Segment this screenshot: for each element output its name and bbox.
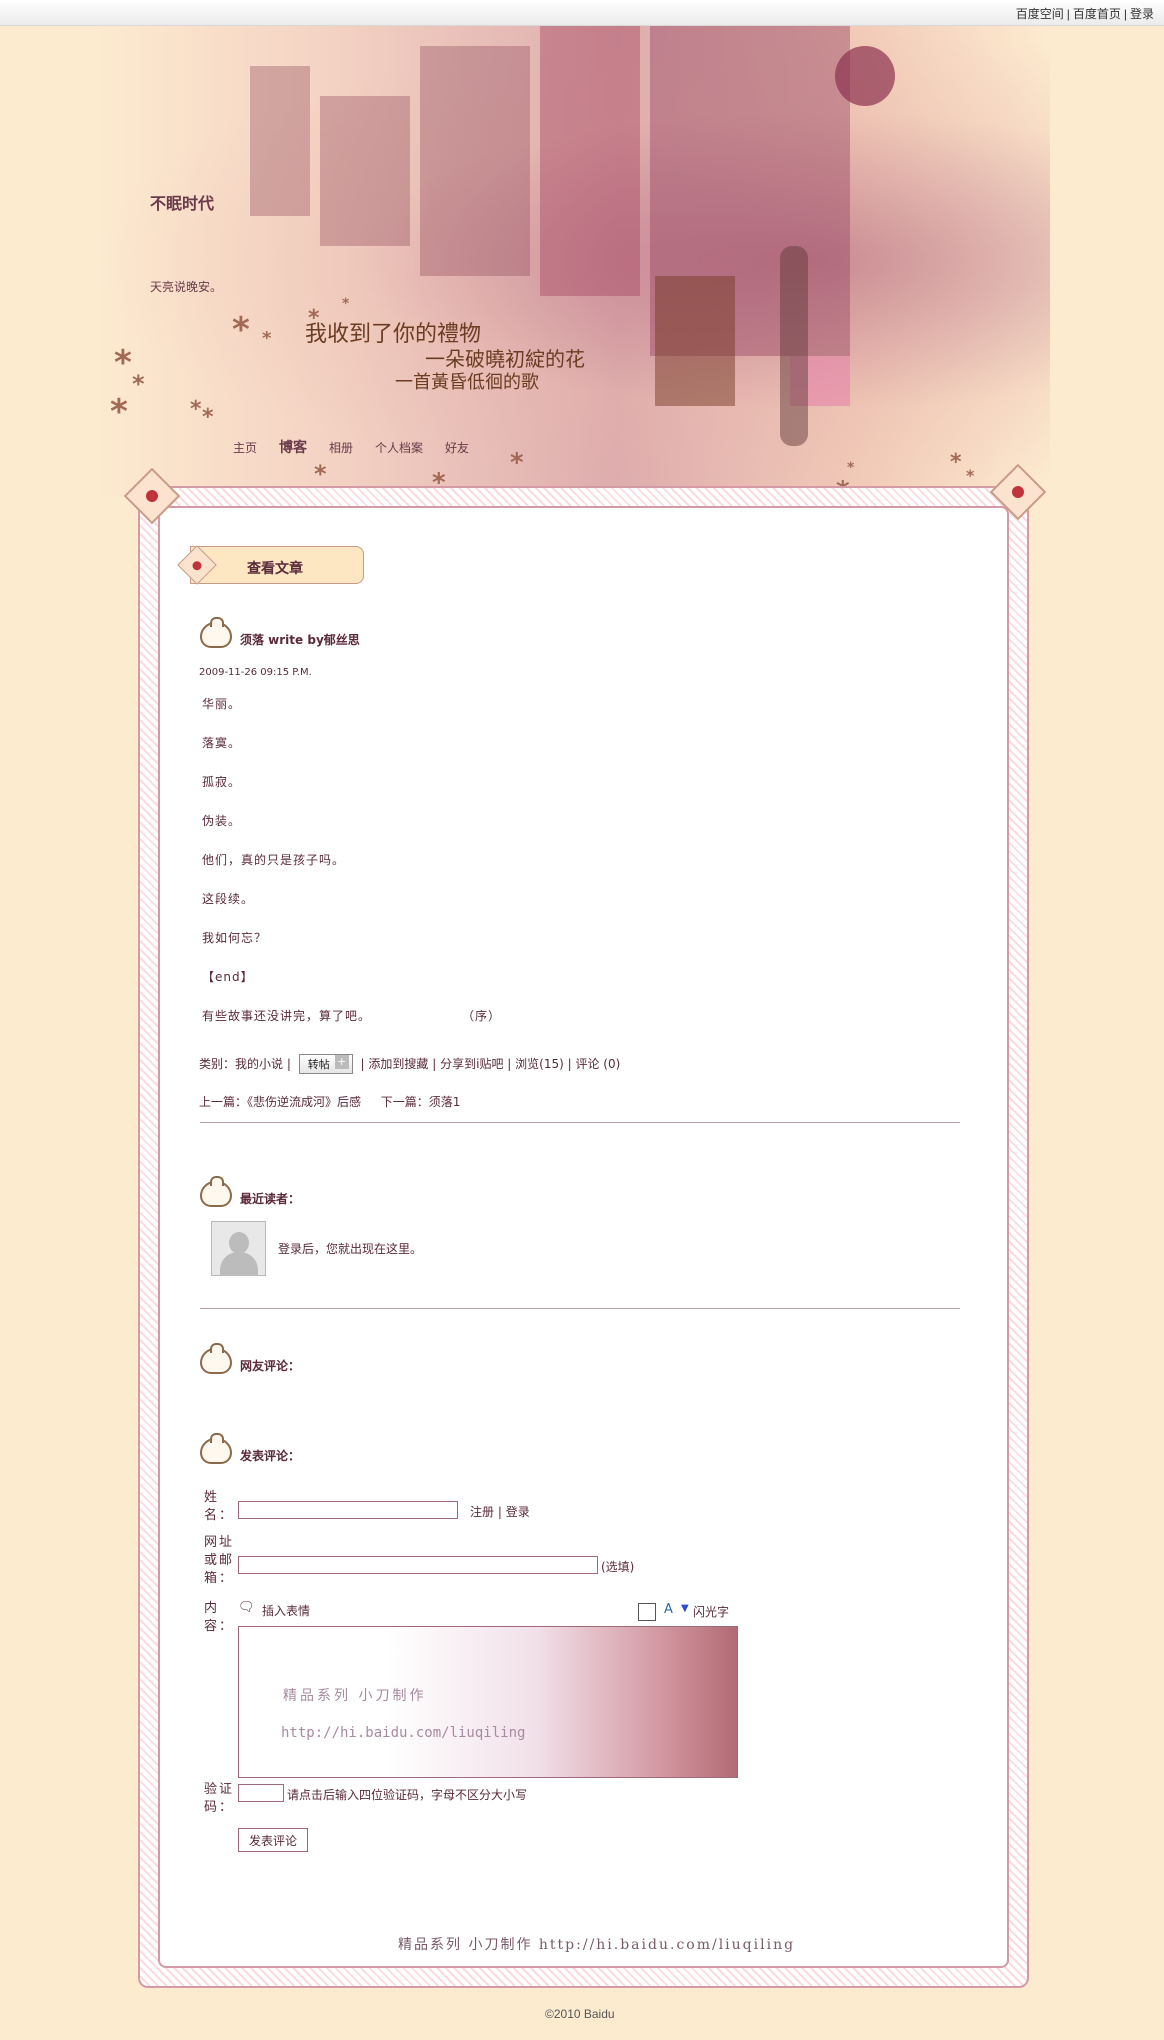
checkbox-icon[interactable] xyxy=(638,1603,656,1621)
vinyl-sign xyxy=(835,46,895,106)
textarea-watermark: 精品系列 小刀制作 xyxy=(283,1688,427,1704)
category-label: 类别： xyxy=(199,1057,236,1071)
name-input[interactable] xyxy=(238,1501,458,1519)
girl-illustration xyxy=(780,246,808,446)
top-links: 百度空间 | 百度首页 | 登录 xyxy=(1015,7,1154,21)
star-decoration: * xyxy=(950,450,962,475)
copyright: ©2010 Baidu xyxy=(545,2007,615,2021)
nav-profile[interactable]: 个人档案 xyxy=(375,439,423,456)
readers-login-hint: 登录后，您就出现在这里。 xyxy=(278,1242,423,1256)
article-paragraph: 我如何忘？ xyxy=(202,931,268,945)
captcha-input[interactable] xyxy=(238,1784,284,1802)
url-label: 网址或邮箱： xyxy=(204,1535,235,1586)
bun-icon xyxy=(200,1433,232,1464)
submit-comment-button[interactable]: 发表评论 xyxy=(238,1828,308,1852)
comments-link[interactable]: 评论 (0) xyxy=(575,1057,620,1071)
dropdown-arrow-icon[interactable]: ▼ xyxy=(681,1603,689,1614)
star-decoration: * xyxy=(342,296,350,312)
login-link[interactable]: 登录 xyxy=(1130,7,1154,21)
section-title: 查看文章 xyxy=(247,561,303,577)
insert-emoji-link[interactable]: 插入表情 xyxy=(262,1602,310,1619)
views-count: 浏览(15) xyxy=(515,1057,564,1071)
bun-icon xyxy=(200,1176,232,1207)
speech-bubble-icon[interactable]: 🗨 xyxy=(238,1600,255,1615)
next-article-link[interactable]: 须落1 xyxy=(429,1095,461,1109)
flash-text-link[interactable]: 闪光字 xyxy=(693,1603,729,1620)
captcha-label: 验证码： xyxy=(204,1782,235,1815)
star-decoration: * xyxy=(110,392,128,432)
prev-label: 上一篇： xyxy=(199,1095,248,1109)
prev-next-nav: 上一篇：《悲伤逆流成河》后感 下一篇：须落1 xyxy=(199,1093,460,1110)
baidu-home-link[interactable]: 百度首页 xyxy=(1073,7,1121,21)
article-date: 2009-11-26 09:15 P.M. xyxy=(199,667,312,678)
article-paragraph: 他们，真的只是孩子吗。 xyxy=(202,853,346,867)
star-decoration: * xyxy=(132,370,145,398)
nav-friends[interactable]: 好友 xyxy=(445,439,469,456)
textarea-watermark-url: http://hi.baidu.com/liuqiling xyxy=(281,1725,526,1741)
share-button[interactable]: 转帖 xyxy=(298,1054,353,1074)
nav-blog[interactable]: 博客 xyxy=(279,437,307,457)
divider xyxy=(200,1122,960,1123)
baidu-space-link[interactable]: 百度空间 xyxy=(1016,7,1064,21)
header-banner xyxy=(90,26,1050,496)
top-bar: 百度空间 | 百度首页 | 登录 xyxy=(0,0,1164,26)
nav-home[interactable]: 主页 xyxy=(233,439,257,456)
font-color-icon[interactable]: A xyxy=(664,1602,673,1617)
article-last-line: 有些故事还没讲完，算了吧。 xyxy=(202,1009,372,1023)
comments-heading: 网友评论： xyxy=(240,1359,301,1373)
login-link-form[interactable]: 登录 xyxy=(506,1505,530,1519)
post-comment-heading: 发表评论： xyxy=(240,1449,301,1463)
article-paragraph: 【end】 xyxy=(202,970,254,984)
star-decoration: * xyxy=(262,328,272,349)
article-paragraph: 孤寂。 xyxy=(202,775,242,789)
star-decoration: * xyxy=(190,397,202,422)
banner-building xyxy=(420,46,530,276)
register-login-links: 注册 | 登录 xyxy=(470,1505,530,1519)
article-title: 须落 write by郁丝思 xyxy=(240,633,360,647)
bun-icon xyxy=(200,1343,232,1374)
divider xyxy=(200,1308,960,1309)
banner-building xyxy=(320,96,410,246)
star-decoration: * xyxy=(847,460,855,476)
optional-hint: (选填) xyxy=(601,1560,635,1574)
nav-album[interactable]: 相册 xyxy=(329,439,353,456)
star-decoration: * xyxy=(232,310,250,350)
article-paragraph: 落寞。 xyxy=(202,736,242,750)
star-decoration: * xyxy=(308,306,320,331)
content-label: 内容： xyxy=(204,1601,235,1634)
prev-article-link[interactable]: 《悲伤逆流成河》后感 xyxy=(247,1095,361,1109)
star-decoration: * xyxy=(114,343,132,383)
star-decoration: * xyxy=(202,405,214,430)
comment-textarea[interactable]: 精品系列 小刀制作 http://hi.baidu.com/liuqiling xyxy=(238,1626,738,1778)
url-input[interactable] xyxy=(238,1556,598,1574)
bun-icon xyxy=(200,617,232,648)
article-last-line-tag: （序） xyxy=(462,1009,502,1023)
main-nav: 主页 博客 相册 个人档案 好友 xyxy=(233,437,491,457)
star-decoration: * xyxy=(510,448,524,478)
footer-signature: 精品系列 小刀制作 http://hi.baidu.com/liuqiling xyxy=(398,1937,796,1953)
article-paragraph: 华丽。 xyxy=(202,697,242,711)
article-paragraph: 伪装。 xyxy=(202,814,242,828)
share-tieba-link[interactable]: 分享到i贴吧 xyxy=(440,1057,503,1071)
banner-building xyxy=(250,66,310,216)
blog-subtitle: 天亮说晚安。 xyxy=(150,280,223,294)
blog-title[interactable]: 不眠时代 xyxy=(150,190,214,214)
captcha-hint: 请点击后输入四位验证码，字母不区分大小写 xyxy=(287,1788,528,1802)
avatar xyxy=(211,1221,266,1276)
article-paragraph: 这段续。 xyxy=(202,892,255,906)
name-label: 姓名： xyxy=(204,1490,235,1523)
readers-heading: 最近读者： xyxy=(240,1192,301,1206)
article-meta: 类别：我的小说 | 转帖 | 添加到搜藏 | 分享到i贴吧 | 浏览(15) |… xyxy=(199,1054,620,1074)
section-tab: 查看文章 xyxy=(177,545,364,585)
category-link[interactable]: 我的小说 xyxy=(235,1057,283,1071)
banner-building xyxy=(540,26,640,296)
register-link[interactable]: 注册 xyxy=(470,1505,494,1519)
add-search-link[interactable]: 添加到搜藏 xyxy=(368,1057,428,1071)
star-decoration: * xyxy=(314,460,327,488)
star-decoration: * xyxy=(966,466,975,485)
suitcases-illustration xyxy=(655,276,735,406)
banner-poem: 我收到了你的禮物 一朵破曉初綻的花 一首黃昏低徊的歌 xyxy=(305,320,585,398)
next-label: 下一篇： xyxy=(380,1095,429,1109)
